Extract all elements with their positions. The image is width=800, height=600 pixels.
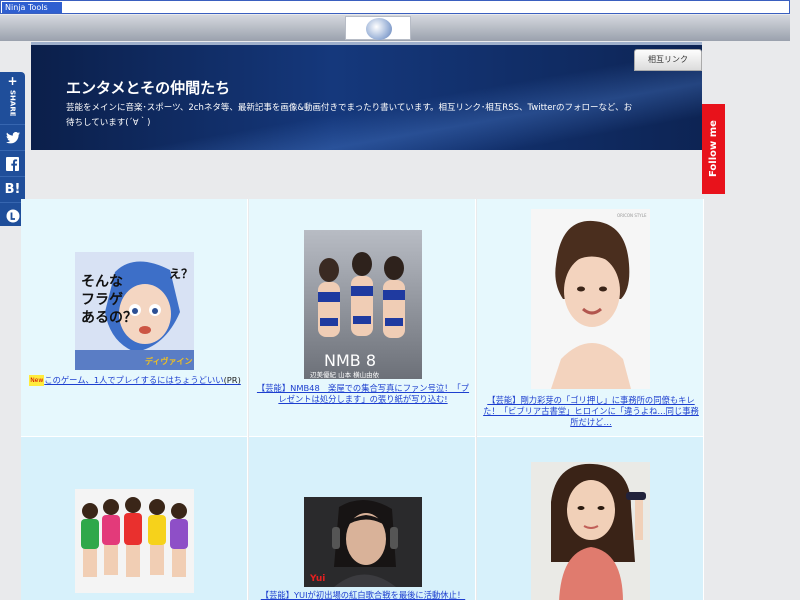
svg-text:NMB 8: NMB 8 (324, 351, 376, 370)
article-card: NMB 8 辺美優紀 山本 横山由依 【芸能】NMB48 楽屋での集合写真にファ… (249, 199, 476, 437)
gravure-photo[interactable] (531, 462, 650, 600)
svg-text:Yui: Yui (309, 574, 325, 584)
svg-text:あるの？: あるの？ (81, 310, 137, 326)
svg-text:辺美優紀 山本 横山由依: 辺美優紀 山本 横山由依 (310, 370, 380, 379)
gouriki-photo[interactable]: ORICON STYLE (531, 209, 650, 389)
site-emblem[interactable] (345, 16, 411, 40)
svg-text:え？: え？ (169, 267, 193, 281)
game-ad-image[interactable]: そんな フラゲ あるの？ え？ ディヴァイン (75, 252, 194, 370)
svg-text:フラゲ: フラゲ (81, 291, 123, 308)
article-link[interactable]: 【芸能】剛力彩芽の「ゴリ押し」に事務所の同僚もキレた！「ビブリア古書堂」ヒロイン… (481, 395, 701, 428)
ninja-tools-logo[interactable]: Ninja Tools (2, 2, 62, 13)
article-link[interactable]: Newこのゲーム、1人でプレイするにはちょうどいい(PR) (25, 375, 245, 386)
facebook-share-button[interactable] (0, 150, 25, 176)
share-header: + SHARE (0, 74, 25, 130)
plus-icon: + (7, 74, 18, 88)
twitter-share-button[interactable] (0, 124, 25, 150)
facebook-icon (6, 157, 19, 171)
globe-icon (366, 18, 392, 40)
svg-text:ORICON STYLE: ORICON STYLE (617, 213, 647, 218)
article-card: そんな フラゲ あるの？ え？ ディヴァイン Newこのゲーム、1人でプレイする… (21, 199, 248, 437)
follow-me-button[interactable]: Follow me (702, 104, 725, 194)
article-card (477, 437, 704, 600)
ninja-toolbar: Ninja Tools (0, 0, 790, 14)
circle-l-icon (6, 209, 19, 223)
site-description: 芸能をメインに音楽･スポーツ、2chネタ等、最新記事を画像&動画付きでまったり書… (66, 103, 633, 128)
yui-photo[interactable]: Yui (304, 497, 422, 587)
share-label: SHARE (8, 90, 17, 117)
article-grid: そんな フラゲ あるの？ え？ ディヴァイン Newこのゲーム、1人でプレイする… (21, 199, 704, 600)
article-link[interactable]: 【芸能】YUIが初出場の紅白歌合戦を最後に活動休止！ (253, 590, 473, 600)
svg-text:そんな: そんな (81, 274, 123, 290)
article-card (21, 437, 248, 600)
nmb48-photo[interactable]: NMB 8 辺美優紀 山本 横山由依 (304, 230, 422, 379)
site-header: エンタメとその仲間たち 芸能をメインに音楽･スポーツ、2chネタ等、最新記事を画… (31, 42, 702, 150)
site-title[interactable]: エンタメとその仲間たち (66, 77, 230, 98)
article-card: Yui 【芸能】YUIが初出場の紅白歌合戦を最後に活動休止！ (249, 437, 476, 600)
group-photo[interactable] (75, 489, 194, 593)
mutual-link-button[interactable]: 相互リンク (634, 49, 702, 71)
svg-text:ディヴァイン: ディヴァイン (145, 356, 192, 366)
article-link[interactable]: 【芸能】NMB48 楽屋での集合写真にファン号泣！「プレゼントは処分します」の張… (253, 383, 473, 405)
article-card: ORICON STYLE 【芸能】剛力彩芽の「ゴリ押し」に事務所の同僚もキレた！… (477, 199, 704, 437)
twitter-icon (5, 132, 20, 144)
new-badge: New (29, 375, 45, 386)
